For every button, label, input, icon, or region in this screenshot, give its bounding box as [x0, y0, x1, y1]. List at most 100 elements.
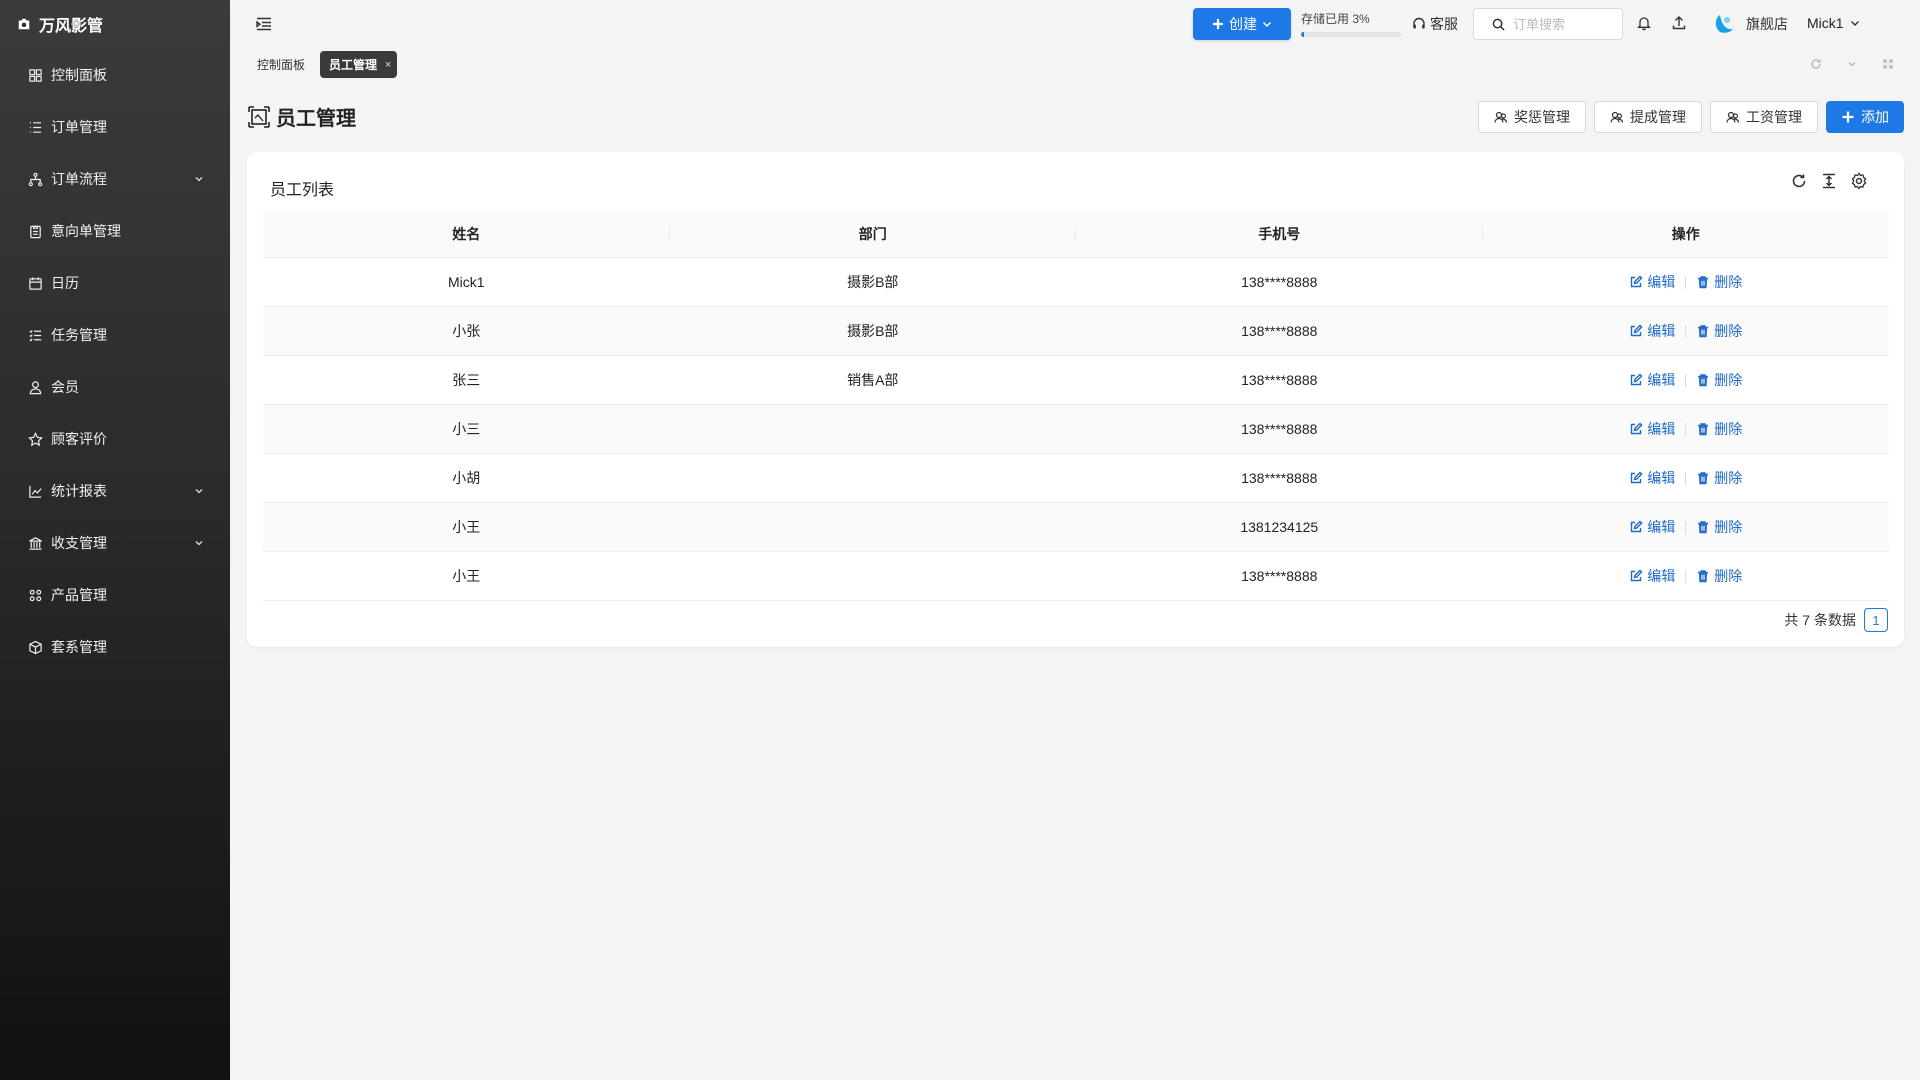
tab-label: 员工管理	[329, 58, 378, 72]
shop-label: 旗舰店	[1746, 16, 1788, 32]
cell-name: 小胡	[452, 470, 481, 486]
trash-icon	[1698, 570, 1709, 583]
edit-button[interactable]: 编辑	[1629, 517, 1675, 537]
chevron-down-icon	[1850, 21, 1859, 26]
cell-name: Mick1	[447, 274, 485, 290]
edit-button[interactable]: 编辑	[1629, 419, 1675, 439]
order-search[interactable]	[1473, 8, 1623, 40]
cell-department	[670, 405, 1077, 453]
chevron-down-icon[interactable]	[1846, 58, 1858, 70]
calendar-icon	[27, 275, 43, 291]
edit-button[interactable]: 编辑	[1629, 321, 1675, 341]
delete-button[interactable]: 删除	[1696, 566, 1742, 586]
cell-department	[670, 503, 1077, 551]
edit-icon	[1631, 275, 1643, 288]
customer-service-button[interactable]: 客服	[1412, 14, 1458, 34]
add-staff-button[interactable]: 添加	[1826, 101, 1904, 133]
shop-switcher[interactable]: 旗舰店	[1710, 12, 1788, 36]
refresh-icon[interactable]	[1810, 58, 1822, 70]
top-header: 创建 存储已用 3% 客服 旗舰店 Mick1	[230, 0, 1920, 48]
fullscreen-icon[interactable]	[1882, 58, 1894, 70]
add-label: 添加	[1861, 109, 1889, 125]
close-icon[interactable]: ×	[385, 59, 391, 71]
sidebar: 万风影管 控制面板 订单管理 订单流程 意向单管理 日历 任务管理 会员 顾客评…	[0, 0, 230, 1080]
sidebar-item-label: 产品管理	[51, 587, 107, 603]
star-icon	[27, 431, 43, 447]
plus-icon	[1213, 19, 1223, 29]
user-menu[interactable]: Mick1	[1807, 15, 1860, 31]
storage-bar-fill	[1301, 32, 1304, 37]
users-icon	[1494, 111, 1508, 123]
brand[interactable]: 万风影管	[0, 0, 230, 48]
chevron-down-icon	[1262, 21, 1272, 28]
cell-name: 小王	[452, 568, 481, 584]
page-number[interactable]: 1	[1864, 608, 1888, 632]
storage-bar	[1301, 32, 1401, 37]
chevron-down-icon	[195, 177, 203, 182]
delete-button[interactable]: 删除	[1696, 419, 1742, 439]
bonus-penalty-button[interactable]: 奖惩管理	[1478, 101, 1586, 133]
salary-button[interactable]: 工资管理	[1710, 101, 1818, 133]
tab-dashboard[interactable]: 控制面板	[248, 51, 314, 78]
column-height-icon[interactable]	[1820, 172, 1838, 190]
sidebar-item[interactable]: 订单管理	[0, 101, 230, 153]
chevron-down-icon	[195, 541, 203, 546]
edit-label: 编辑	[1647, 323, 1676, 339]
box-icon	[27, 639, 43, 655]
edit-button[interactable]: 编辑	[1629, 272, 1675, 292]
sidebar-item[interactable]: 订单流程	[0, 153, 230, 205]
menu-collapse-icon[interactable]	[256, 17, 272, 31]
commission-button[interactable]: 提成管理	[1594, 101, 1702, 133]
tab-staff-management[interactable]: 员工管理 ×	[320, 51, 398, 78]
cell-name: 小三	[452, 421, 481, 437]
refresh-icon[interactable]	[1790, 172, 1808, 190]
cell-phone: 1381234125	[1240, 519, 1319, 535]
sidebar-item[interactable]: 顾客评价	[0, 413, 230, 465]
sidebar-item[interactable]: 任务管理	[0, 309, 230, 361]
sidebar-item[interactable]: 会员	[0, 361, 230, 413]
delete-button[interactable]: 删除	[1696, 321, 1742, 341]
sidebar-item[interactable]: 套系管理	[0, 621, 230, 673]
settings-icon[interactable]	[1850, 172, 1868, 190]
upload-icon[interactable]	[1671, 15, 1687, 31]
shop-logo-icon	[1715, 15, 1733, 33]
edit-button[interactable]: 编辑	[1629, 566, 1675, 586]
edit-button[interactable]: 编辑	[1629, 370, 1675, 390]
trash-icon	[1698, 374, 1709, 387]
delete-button[interactable]: 删除	[1696, 468, 1742, 488]
list-icon	[27, 119, 43, 135]
cell-phone: 138****8888	[1241, 372, 1318, 388]
delete-button[interactable]: 删除	[1696, 370, 1742, 390]
sidebar-item[interactable]: 收支管理	[0, 517, 230, 569]
sidebar-item[interactable]: 日历	[0, 257, 230, 309]
sidebar-item[interactable]: 统计报表	[0, 465, 230, 517]
divider	[1685, 275, 1687, 289]
edit-button[interactable]: 编辑	[1629, 468, 1675, 488]
sidebar-item[interactable]: 产品管理	[0, 569, 230, 621]
sidebar-item-label: 意向单管理	[51, 223, 121, 239]
delete-button[interactable]: 删除	[1696, 517, 1742, 537]
sidebar-item[interactable]: 控制面板	[0, 49, 230, 101]
create-button[interactable]: 创建	[1193, 8, 1291, 40]
sidebar-item-label: 日历	[51, 275, 79, 291]
dashboard-icon	[27, 67, 43, 83]
cell-phone: 138****8888	[1241, 274, 1318, 290]
edit-label: 编辑	[1647, 372, 1676, 388]
edit-icon	[1631, 422, 1643, 435]
delete-label: 删除	[1714, 470, 1743, 486]
table-row: 张三 销售A部 138****8888 编辑 删除	[263, 356, 1889, 405]
delete-label: 删除	[1714, 372, 1743, 388]
edit-label: 编辑	[1647, 274, 1676, 290]
delete-label: 删除	[1714, 519, 1743, 535]
table-tools	[1790, 172, 1868, 190]
cell-phone: 138****8888	[1241, 323, 1318, 339]
order-search-input[interactable]	[1513, 16, 1613, 32]
sidebar-item[interactable]: 意向单管理	[0, 205, 230, 257]
bell-icon[interactable]	[1636, 15, 1652, 31]
create-label: 创建	[1229, 16, 1257, 32]
headset-icon	[1413, 17, 1425, 29]
table-row: 小张 摄影B部 138****8888 编辑 删除	[263, 307, 1889, 356]
divider	[1685, 471, 1687, 485]
delete-button[interactable]: 删除	[1696, 272, 1742, 292]
grid-icon	[27, 587, 43, 603]
